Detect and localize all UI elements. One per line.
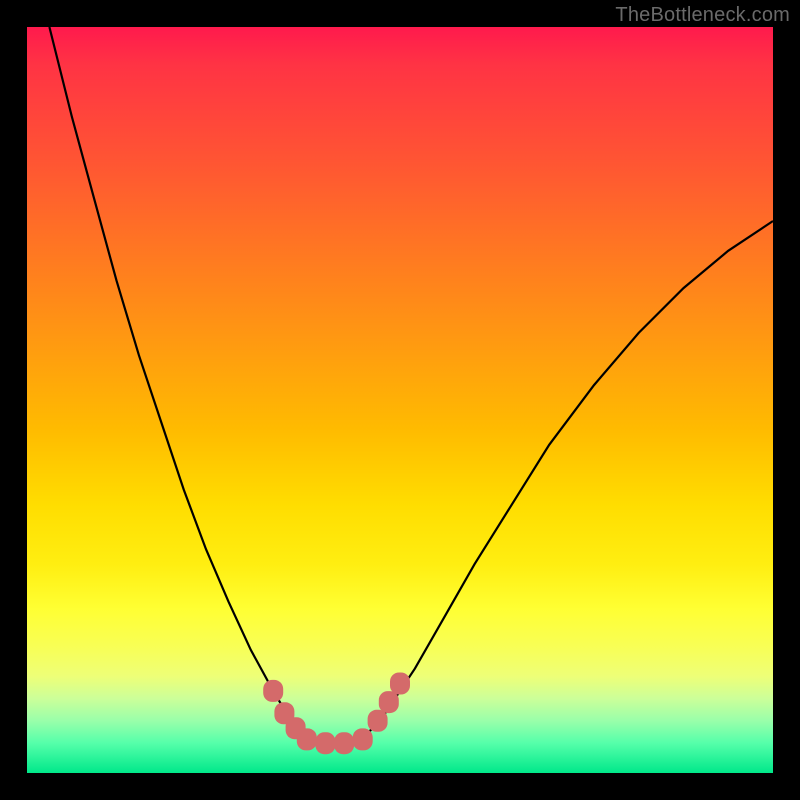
bottleneck-curve — [49, 27, 773, 743]
marker-point — [334, 732, 354, 754]
marker-point — [315, 732, 335, 754]
chart-svg — [27, 27, 773, 773]
marker-point — [353, 728, 373, 750]
marker-point — [390, 673, 410, 695]
marker-point — [297, 728, 317, 750]
marker-point — [263, 680, 283, 702]
marker-group — [263, 673, 410, 755]
plot-area — [27, 27, 773, 773]
watermark-text: TheBottleneck.com — [615, 4, 790, 27]
curve-group — [49, 27, 773, 743]
marker-point — [379, 691, 399, 713]
outer-frame: TheBottleneck.com — [0, 0, 800, 800]
marker-point — [368, 710, 388, 732]
